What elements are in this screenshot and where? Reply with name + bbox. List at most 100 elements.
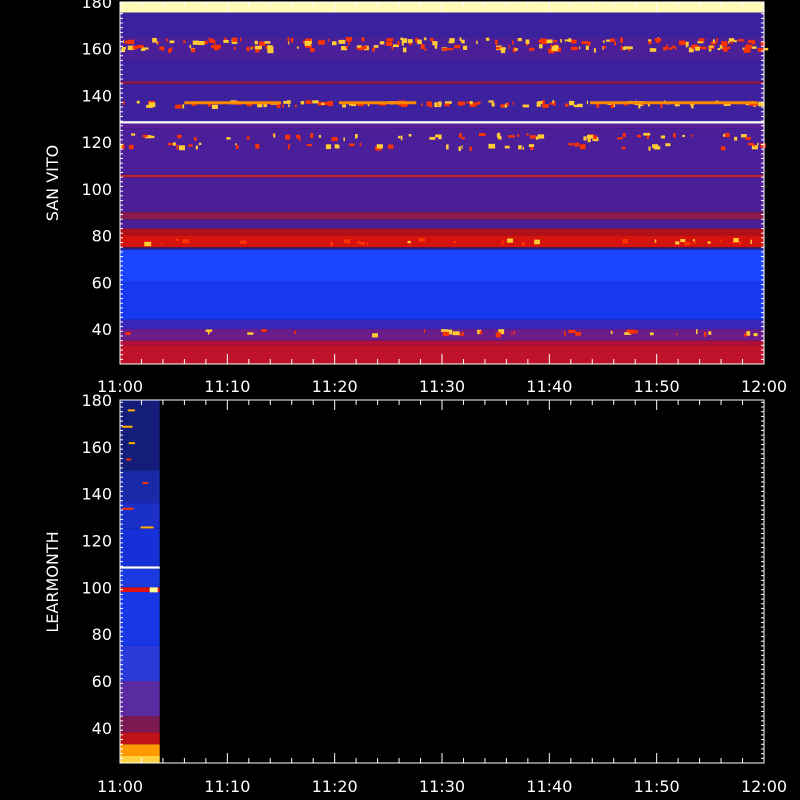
heatmap-speck (596, 103, 600, 108)
heatmap-speck (708, 45, 714, 48)
heatmap-speck (569, 100, 575, 106)
heatmap-speck (343, 239, 351, 244)
heatmap-speck (508, 44, 510, 49)
heatmap-speck (568, 329, 576, 333)
heatmap-speck (189, 44, 192, 48)
heatmap-speck (457, 101, 464, 106)
heatmap-speck (728, 38, 735, 42)
heatmap-speck (476, 101, 481, 105)
heatmap-speck (498, 132, 501, 138)
heatmap-speck (264, 41, 271, 44)
heatmap-speck (610, 104, 614, 109)
heatmap-speck (649, 48, 657, 52)
heatmap-band (120, 60, 764, 82)
heatmap-speck (305, 100, 312, 104)
heatmap-speck (536, 102, 541, 107)
heatmap-band (120, 400, 160, 471)
heatmap-speck (680, 239, 686, 243)
heatmap-speck (327, 101, 333, 107)
heatmap-speck (463, 45, 468, 50)
heatmap-speck (479, 331, 483, 335)
heatmap-speck (442, 332, 450, 336)
heatmap-speck (330, 241, 333, 247)
heatmap-speck (285, 134, 291, 140)
heatmap-speck (121, 46, 126, 50)
heatmap-speck (446, 144, 449, 150)
heatmap-speck (211, 104, 218, 109)
heatmap-speck (733, 40, 737, 43)
heatmap-speck (122, 144, 125, 150)
heatmap-speck (578, 46, 581, 50)
heatmap-speck (746, 331, 751, 336)
y-tick-label: 40 (92, 719, 112, 738)
heatmap-speck (522, 146, 524, 150)
heatmap-speck (356, 47, 364, 50)
heatmap-speck (635, 330, 638, 334)
heatmap-speck (488, 100, 494, 103)
heatmap-speck (580, 144, 586, 150)
heatmap-speck (444, 103, 450, 107)
heatmap-speck (620, 37, 623, 41)
heatmap-speck (539, 44, 543, 49)
heatmap-speck (255, 143, 260, 149)
heatmap-speck (495, 39, 498, 45)
heatmap-speck (649, 332, 654, 336)
heatmap-speck (728, 46, 731, 50)
heatmap-speck (517, 37, 522, 42)
heatmap-speck (140, 48, 146, 51)
heatmap-speck (205, 329, 213, 332)
heatmap-streak (590, 101, 758, 105)
heatmap-speck (671, 45, 676, 49)
heatmap-speck (648, 146, 651, 151)
heatmap-speck (534, 239, 540, 245)
heatmap-speck (666, 44, 669, 49)
heatmap-streak (184, 101, 281, 105)
y-tick-label: 180 (81, 391, 112, 410)
heatmap-speck (513, 330, 515, 335)
y-tick-label: 140 (81, 86, 112, 105)
heatmap-speck (708, 331, 712, 335)
heatmap-speck (372, 47, 375, 52)
heatmap-speck (552, 100, 555, 104)
heatmap-speck (437, 101, 442, 106)
heatmap-speck (259, 41, 266, 46)
heatmap-speck (166, 38, 168, 42)
heatmap-speck (581, 41, 589, 45)
heatmap-speck (345, 37, 352, 42)
heatmap-speck (255, 45, 262, 50)
heatmap-speck (334, 144, 338, 147)
heatmap-speck (349, 143, 355, 147)
heatmap-speck (695, 329, 698, 335)
heatmap-speck (665, 143, 671, 147)
heatmap-speck (751, 46, 757, 49)
heatmap-speck (304, 40, 311, 46)
heatmap-speck (407, 240, 411, 244)
heatmap-speck (654, 38, 662, 42)
heatmap-speck (418, 238, 426, 242)
heatmap-speck (501, 240, 504, 245)
heatmap-speck (188, 144, 193, 147)
heatmap-speck (675, 241, 680, 245)
heatmap-speck (621, 146, 626, 150)
heatmap-speck (234, 46, 236, 50)
heatmap-speck (525, 39, 530, 45)
heatmap-band (120, 744, 160, 756)
heatmap-speck (147, 135, 155, 139)
heatmap-speck (128, 144, 134, 150)
heatmap-band (120, 228, 764, 236)
heatmap-band (120, 645, 160, 682)
heatmap-speck (674, 104, 680, 107)
heatmap-speck (290, 37, 294, 43)
heatmap-band (120, 592, 160, 646)
y-tick-label: 160 (81, 40, 112, 59)
heatmap-speck (721, 41, 728, 47)
heatmap-speck (570, 46, 578, 51)
heatmap-speck (310, 47, 315, 52)
heatmap-speck (454, 45, 461, 49)
y-tick-label: 40 (92, 320, 112, 339)
y-tick-label: 100 (81, 578, 112, 597)
heatmap-speck (734, 136, 738, 141)
heatmap-speck (321, 102, 325, 105)
heatmap-speck (541, 38, 547, 41)
heatmap-speck (182, 104, 185, 109)
